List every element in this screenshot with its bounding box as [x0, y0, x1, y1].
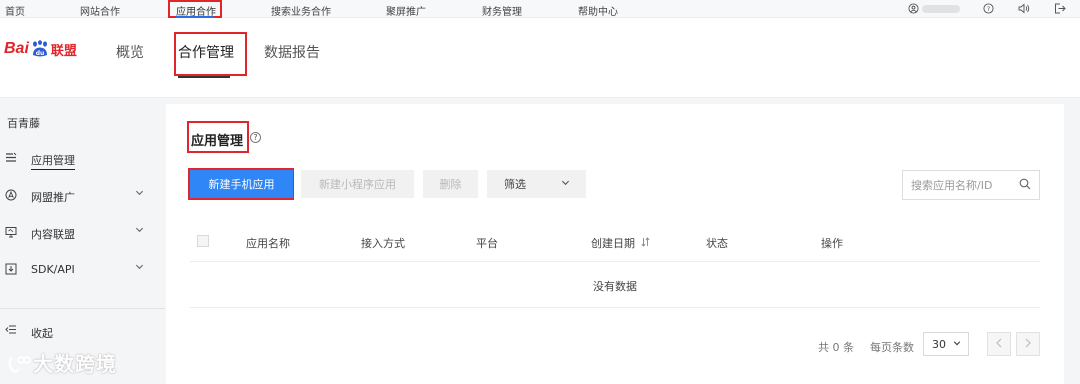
watermark-logo-icon [8, 356, 31, 373]
sidebar-item-label: 网盟推广 [31, 191, 75, 204]
column-app-name: 应用名称 [246, 237, 290, 250]
chevron-right-icon [1025, 338, 1031, 348]
column-created-date[interactable]: 创建日期 [591, 235, 650, 251]
logo-du: du [36, 50, 45, 57]
monitor-icon [4, 226, 17, 239]
user-icon[interactable] [908, 3, 919, 17]
tab-overview[interactable]: 概览 [116, 42, 144, 62]
list-icon [4, 152, 17, 165]
sort-icon[interactable] [638, 237, 650, 250]
sidebar: 百青藤 应用管理 网盟推广 内容联盟 SDK/API 收起 大数跨境 [0, 98, 165, 384]
baidu-union-logo[interactable]: Bai du 联盟 [4, 38, 77, 60]
sidebar-divider [0, 308, 165, 309]
tab-active-highlight [174, 32, 247, 76]
account-name: 百青藤 [7, 117, 40, 130]
table-header: 应用名称 接入方式 平台 创建日期 状态 操作 [190, 222, 1040, 262]
delete-button[interactable]: 删除 [423, 170, 478, 198]
topnav-home[interactable]: 首页 [5, 3, 25, 18]
search-box[interactable] [902, 170, 1040, 200]
topnav-screen-promotion[interactable]: 聚屏推广 [386, 3, 426, 18]
next-page-button[interactable] [1016, 332, 1040, 356]
sidebar-item-network-promotion[interactable]: 网盟推广 [0, 185, 165, 209]
page-size-select[interactable]: 30 [923, 332, 969, 356]
sidebar-item-content-union[interactable]: 内容联盟 [0, 222, 165, 246]
column-actions: 操作 [821, 237, 843, 250]
chevron-down-icon [953, 339, 961, 350]
sidebar-item-label: 内容联盟 [31, 228, 75, 241]
sound-icon[interactable] [1018, 3, 1030, 17]
filter-dropdown[interactable]: 筛选 [487, 170, 586, 198]
collapse-label: 收起 [31, 327, 53, 340]
sidebar-collapse-button[interactable]: 收起 [0, 322, 165, 342]
logo-lianmeng: 联盟 [50, 43, 77, 59]
sidebar-item-label: 应用管理 [31, 152, 75, 170]
new-mobile-app-button[interactable]: 新建手机应用 [190, 170, 293, 198]
topnav-help-center[interactable]: 帮助中心 [578, 3, 618, 18]
chevron-down-icon [135, 262, 144, 274]
watermark-text: 大数跨境 [33, 352, 117, 376]
column-created-date-label: 创建日期 [591, 237, 635, 250]
chevron-left-icon [996, 338, 1002, 348]
page-title: 应用管理 [191, 134, 244, 149]
username-blurred[interactable] [922, 5, 960, 13]
filter-label: 筛选 [504, 178, 526, 191]
chevron-down-icon [135, 188, 144, 200]
logout-icon[interactable] [1054, 3, 1066, 17]
topnav-search-business[interactable]: 搜索业务合作 [271, 3, 331, 18]
chevron-down-icon [561, 178, 570, 190]
sidebar-item-label: SDK/API [31, 263, 75, 276]
sidebar-item-app-management[interactable]: 应用管理 [0, 148, 165, 172]
header: Bai du 联盟 概览 合作管理 数据报告 [0, 18, 1080, 98]
pagination-per-page-label: 每页条数 [870, 341, 914, 354]
prev-page-button[interactable] [987, 332, 1011, 356]
logo-bai: Bai [4, 40, 29, 57]
sidebar-item-sdk-api[interactable]: SDK/API [0, 259, 165, 283]
paw-icon: du [30, 40, 50, 58]
tab-data-report[interactable]: 数据报告 [264, 42, 320, 62]
page-size-value: 30 [932, 338, 946, 351]
svg-text:?: ? [987, 5, 990, 13]
select-all-checkbox[interactable] [197, 235, 209, 247]
topnav-finance[interactable]: 财务管理 [482, 3, 522, 18]
column-access-method: 接入方式 [361, 237, 405, 250]
column-status: 状态 [706, 237, 728, 250]
empty-text: 没有数据 [593, 280, 637, 293]
watermark: 大数跨境 [7, 348, 117, 377]
help-circle-icon[interactable]: ? [983, 3, 994, 17]
pagination-total: 共 0 条 [818, 341, 854, 354]
download-box-icon [4, 263, 17, 276]
help-circle-icon[interactable]: ? [250, 132, 261, 143]
search-icon[interactable] [1019, 178, 1031, 190]
column-platform: 平台 [476, 237, 498, 250]
top-navigation: 首页 网站合作 应用合作 搜索业务合作 聚屏推广 财务管理 帮助中心 ? [0, 0, 1080, 18]
search-input[interactable] [911, 178, 1017, 192]
new-mini-program-button[interactable]: 新建小程序应用 [301, 170, 414, 198]
tab-active-underline [178, 76, 230, 78]
chevron-down-icon [135, 225, 144, 237]
table-empty-row: 没有数据 [190, 264, 1040, 308]
main-panel: 应用管理 ? 新建手机应用 新建小程序应用 删除 筛选 应用名称 接入方式 平台… [166, 104, 1064, 384]
topnav-website-cooperation[interactable]: 网站合作 [80, 3, 120, 18]
compass-icon [4, 189, 17, 202]
collapse-icon [5, 324, 17, 338]
